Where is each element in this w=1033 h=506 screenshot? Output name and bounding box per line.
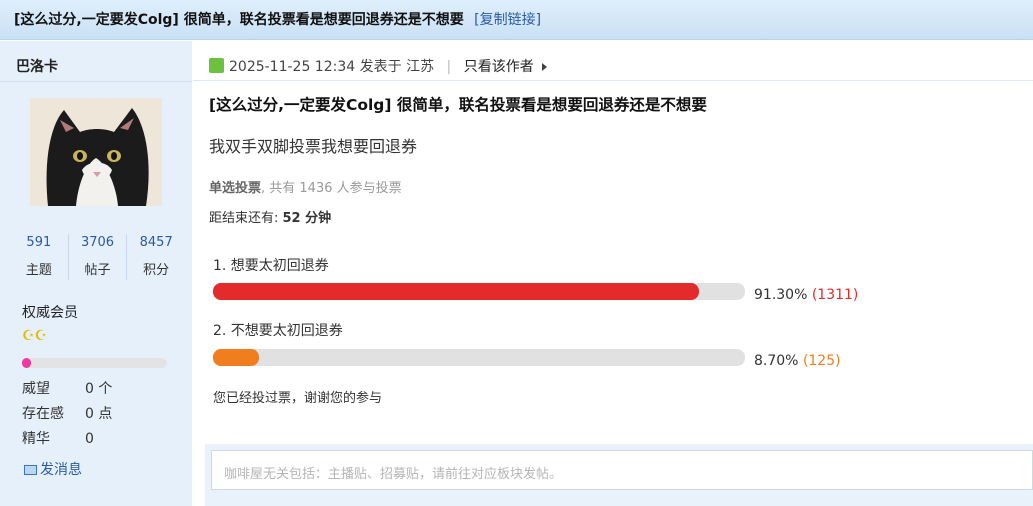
poll-type: 单选投票	[209, 181, 262, 196]
quick-reply-area: 咖啡屋无关包括：主播贴、招募贴，请前往对应板块发帖。	[205, 444, 1033, 506]
prop-essence: 精华 0	[22, 428, 94, 448]
prop-prestige-key: 威望	[22, 381, 50, 397]
post-body: 我双手双脚投票我想要回退券	[209, 137, 418, 156]
avatar[interactable]	[30, 98, 162, 206]
post-content: 2025-11-25 12:34 发表于 江苏 | 只看该作者 [这么过分,一定…	[193, 41, 1033, 506]
level-progress-fill	[22, 358, 31, 368]
stat-topics-label: 主题	[25, 263, 52, 278]
poll-option-fill	[213, 283, 699, 300]
poll-option-label: 2. 不想要太初回退券	[213, 323, 343, 339]
poll-option-result: 8.70% (125)	[754, 353, 841, 369]
level-progress-bar	[22, 358, 167, 368]
poll-info: 单选投票, 共有 1436 人参与投票	[209, 177, 402, 196]
poll-deadline-value: 52 分钟	[282, 211, 332, 226]
stat-posts: 3706 帖子	[69, 234, 128, 280]
meta-divider: |	[446, 59, 452, 75]
send-message-label: 发消息	[40, 462, 82, 478]
author-stats: 591 主题 3706 帖子 8457 积分	[10, 234, 185, 280]
user-online-icon	[209, 58, 224, 73]
prop-essence-key: 精华	[22, 431, 50, 447]
poll-option-percent: 91.30%	[754, 287, 808, 303]
author-name[interactable]: 巴洛卡	[16, 56, 58, 76]
thread-title: [这么过分,一定要发Colg] 很简单，联名投票看是想要回退券还是不想要	[14, 12, 464, 28]
poll-option-count: (1311)	[811, 287, 859, 303]
poll-option-fill	[213, 349, 260, 366]
post-date: 2025-11-25 12:34	[229, 59, 356, 75]
user-rank: 权威会员	[22, 305, 78, 321]
post-title: [这么过分,一定要发Colg] 很简单，联名投票看是想要回退券还是不想要	[209, 96, 707, 114]
poll-deadline-label: 距结束还有:	[209, 211, 283, 226]
stat-posts-label: 帖子	[84, 263, 111, 278]
stat-topics-count[interactable]: 591	[10, 234, 68, 252]
stat-points-count[interactable]: 8457	[127, 234, 185, 252]
poll-option-result: 91.30% (1311)	[754, 287, 858, 303]
caret-right-icon[interactable]	[541, 63, 547, 71]
prop-essence-value: 0	[85, 431, 94, 447]
stat-points-label: 积分	[143, 263, 170, 278]
poll-option-percent: 8.70%	[754, 353, 799, 369]
thread-title-bar: [这么过分,一定要发Colg] 很简单，联名投票看是想要回退券还是不想要 [复制…	[0, 0, 1033, 40]
post-location: 发表于 江苏	[359, 59, 435, 75]
poll-option-count: (125)	[802, 353, 841, 369]
voted-note: 您已经投过票，谢谢您的参与	[213, 391, 383, 406]
poll-deadline: 距结束还有: 52 分钟	[209, 207, 331, 226]
send-message-link[interactable]: 发消息	[24, 459, 82, 479]
post-meta: 2025-11-25 12:34 发表于 江苏 | 只看该作者	[209, 56, 547, 76]
only-author-link[interactable]: 只看该作者	[464, 59, 534, 75]
prop-presence-key: 存在感	[22, 406, 64, 422]
reply-input[interactable]: 咖啡屋无关包括：主播贴、招募贴，请前往对应板块发帖。	[211, 450, 1033, 490]
poll-option-bar	[213, 349, 745, 366]
divider	[193, 80, 1033, 81]
stat-topics: 591 主题	[10, 234, 69, 280]
stat-posts-count[interactable]: 3706	[69, 234, 127, 252]
envelope-icon	[24, 465, 37, 475]
prop-presence: 存在感 0 点	[22, 403, 112, 423]
prop-prestige: 威望 0 个	[22, 378, 112, 398]
poll-option-bar	[213, 283, 745, 300]
copy-link-button[interactable]: [复制链接]	[474, 12, 541, 28]
divider	[0, 81, 192, 82]
cat-avatar-image	[30, 98, 162, 206]
rank-moon-icon: ☪☪	[22, 328, 48, 344]
poll-summary: , 共有 1436 人参与投票	[261, 181, 402, 196]
prop-prestige-value: 0 个	[85, 381, 113, 397]
author-sidebar: 巴洛卡 591 主题 3706 帖子 8457 积分 权威会员 ☪☪ 威望 0 …	[0, 41, 192, 506]
poll-option-label: 1. 想要太初回退券	[213, 258, 329, 274]
prop-presence-value: 0 点	[85, 406, 113, 422]
stat-points: 8457 积分	[127, 234, 185, 280]
